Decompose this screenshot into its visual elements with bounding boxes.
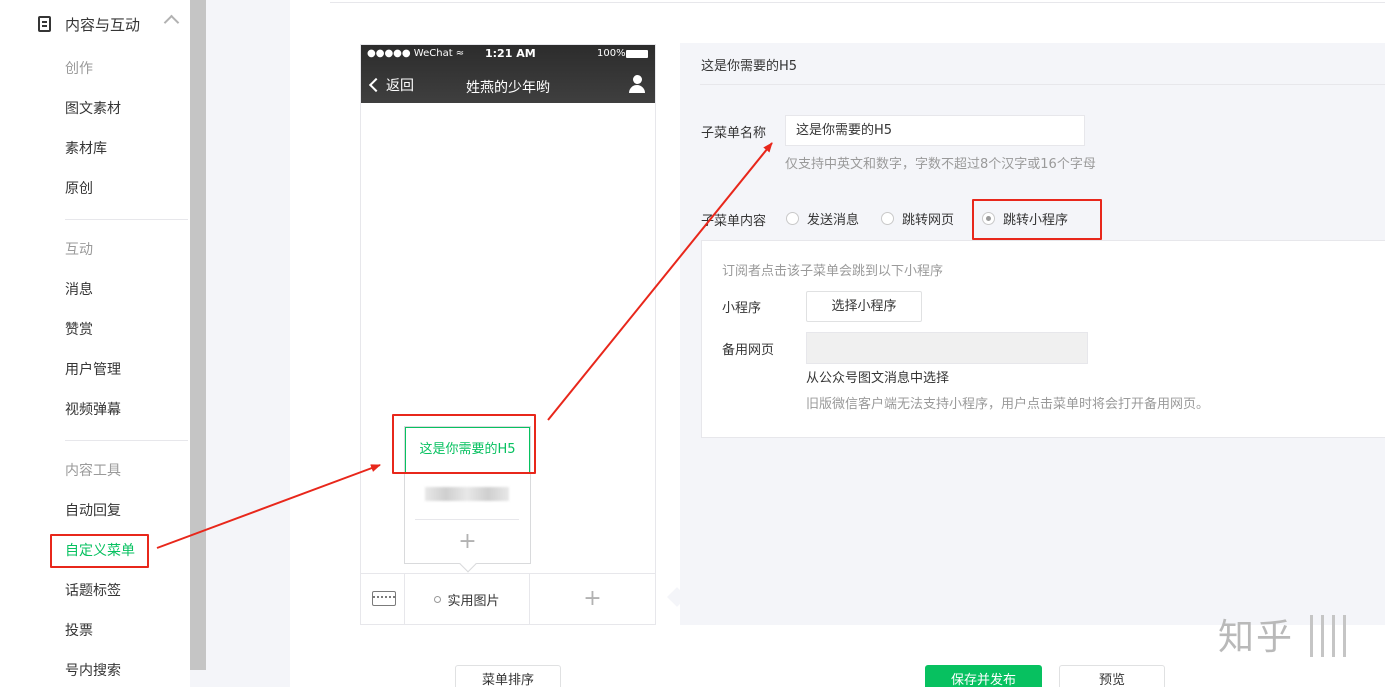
- annotation-arrows: [156, 142, 773, 549]
- arrow-submenu-to-editor: [547, 142, 773, 421]
- arrow-sidebar-to-submenu: [156, 464, 381, 549]
- zhihu-watermark: 知乎: [1218, 617, 1295, 658]
- watermark-logo-bars: [1310, 615, 1346, 657]
- app-root: 内容与互动 创作 图文素材 素材库 原创 互动 消息 赞赏 用户管理 视频弹幕 …: [0, 0, 1385, 687]
